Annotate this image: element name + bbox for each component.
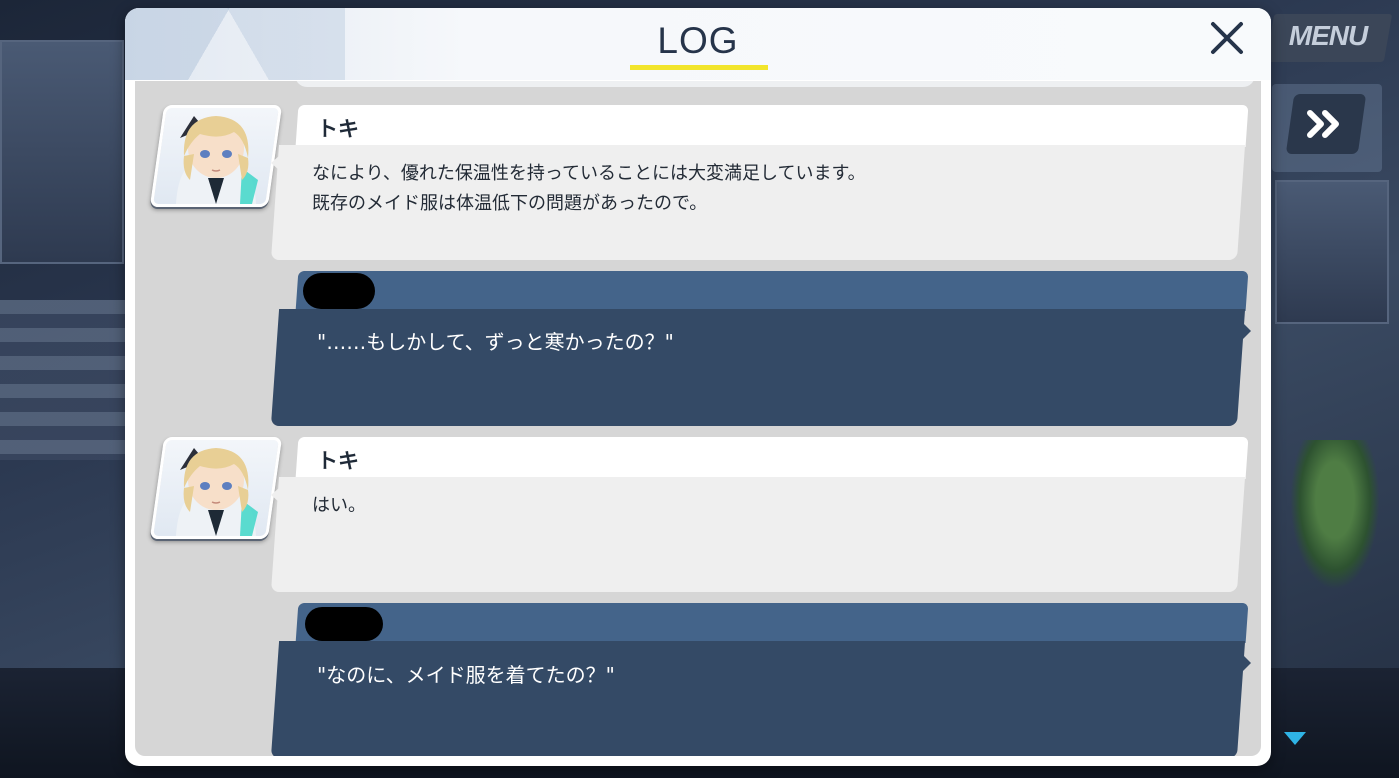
log-title: LOG xyxy=(657,20,739,61)
background-stairs xyxy=(0,300,130,460)
speaker-name-bar xyxy=(295,437,1249,479)
title-underline xyxy=(630,65,768,70)
avatar xyxy=(149,437,283,539)
fast-forward-button[interactable] xyxy=(1285,94,1367,154)
menu-button-label[interactable]: MENU xyxy=(1278,20,1378,52)
redacted-player-name xyxy=(305,607,383,641)
log-panel: LOG トキ なにより、優れた保温性を持っていることには大変満足しています。 既… xyxy=(125,8,1271,766)
bubble-tail xyxy=(271,149,287,177)
bubble-tail xyxy=(1239,651,1251,675)
speaker-name-bar xyxy=(295,105,1249,147)
header-decoration xyxy=(125,8,345,80)
bubble-tail xyxy=(271,481,287,509)
speaker-name: トキ xyxy=(317,117,359,141)
redacted-player-name xyxy=(303,273,375,309)
previous-entry-edge xyxy=(295,81,1255,87)
background-window xyxy=(0,40,124,264)
dialogue-text: はい。 xyxy=(312,495,366,516)
bubble-tail xyxy=(1239,319,1251,343)
scroll-down-arrow-icon[interactable] xyxy=(1284,732,1306,745)
log-header: LOG xyxy=(125,8,1271,80)
character-portrait-icon xyxy=(176,116,258,204)
player-dialogue-text: "なのに、メイド服を着てたの？" xyxy=(317,663,615,687)
avatar xyxy=(149,105,283,207)
log-list[interactable]: トキ なにより、優れた保温性を持っていることには大変満足しています。 既存のメイ… xyxy=(135,81,1261,756)
dialogue-text: なにより、優れた保温性を持っていることには大変満足しています。 既存のメイド服は… xyxy=(312,163,866,214)
speaker-name: トキ xyxy=(317,449,359,473)
background-plant xyxy=(1290,440,1380,590)
dialogue-bubble xyxy=(270,477,1246,592)
character-portrait-icon xyxy=(176,448,258,536)
player-name-bar xyxy=(295,603,1249,643)
background-window xyxy=(1275,180,1389,324)
fast-forward-icon xyxy=(1307,110,1339,138)
player-dialogue-text: "……もしかして、ずっと寒かったの？" xyxy=(317,330,674,354)
player-name-bar xyxy=(295,271,1249,311)
close-button[interactable] xyxy=(1205,16,1249,60)
close-icon xyxy=(1211,22,1243,54)
